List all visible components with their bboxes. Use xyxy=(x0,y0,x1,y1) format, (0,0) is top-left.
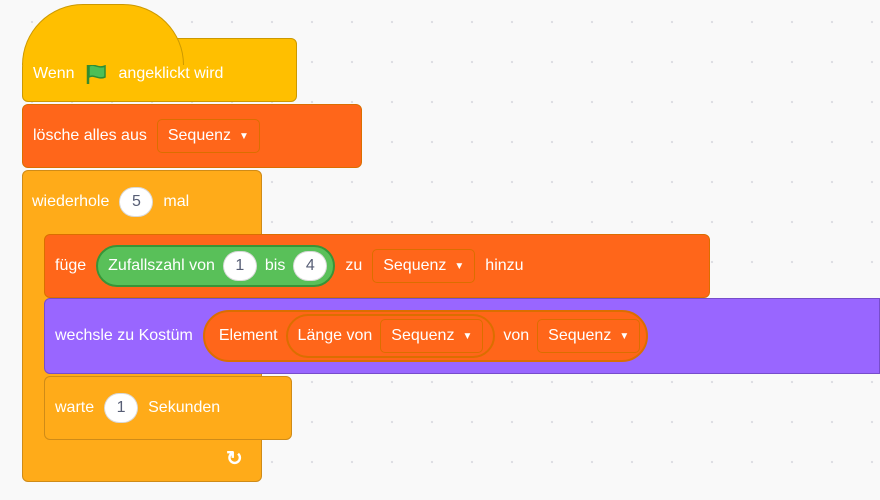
caret-down-icon: ▼ xyxy=(454,260,465,272)
random-from-input[interactable]: 1 xyxy=(222,251,257,281)
random-label: Zufallszahl von xyxy=(108,257,215,274)
list-dropdown[interactable]: Sequenz ▼ xyxy=(156,119,260,153)
wait-suffix: Sekunden xyxy=(148,399,221,416)
list-dropdown-value: Sequenz xyxy=(167,127,232,144)
caret-down-icon: ▼ xyxy=(619,330,630,342)
repeat-label: wiederhole xyxy=(32,193,110,210)
item-of-list-reporter[interactable]: Element Länge von Sequenz ▼ von Sequenz … xyxy=(202,310,649,362)
length-label: Länge von xyxy=(297,327,373,344)
random-to-input[interactable]: 4 xyxy=(293,251,328,281)
add-label: füge xyxy=(55,257,87,274)
caret-down-icon: ▼ xyxy=(239,130,249,142)
add-list-value: Sequenz xyxy=(383,257,447,274)
delete-all-of-list-block[interactable]: lösche alles aus Sequenz ▼ xyxy=(22,104,362,168)
hat-prefix: Wenn xyxy=(33,65,75,82)
hat-dome xyxy=(22,4,184,65)
clear-label: lösche alles aus xyxy=(33,127,147,144)
green-flag-icon xyxy=(83,62,111,86)
wait-label: warte xyxy=(55,399,95,416)
length-list-dropdown[interactable]: Sequenz ▼ xyxy=(380,319,484,353)
von-label: von xyxy=(503,327,530,344)
random-to-label: bis xyxy=(264,257,286,274)
loop-arrow-icon: ↻ xyxy=(226,448,243,470)
item-list-dropdown[interactable]: Sequenz ▼ xyxy=(537,319,641,353)
hat-suffix: angeklickt wird xyxy=(118,65,224,82)
add-list-dropdown[interactable]: Sequenz ▼ xyxy=(372,249,476,283)
repeat-count-input[interactable]: 5 xyxy=(119,187,154,217)
item-list-value: Sequenz xyxy=(548,327,612,344)
switch-label: wechsle zu Kostüm xyxy=(55,327,193,344)
random-number-reporter[interactable]: Zufallszahl von 1 bis 4 xyxy=(96,245,336,287)
add-to-list-block[interactable]: füge Zufallszahl von 1 bis 4 zu Sequenz … xyxy=(44,234,710,298)
length-of-list-reporter[interactable]: Länge von Sequenz ▼ xyxy=(285,314,496,358)
switch-costume-block[interactable]: wechsle zu Kostüm Element Länge von Sequ… xyxy=(44,298,880,374)
repeat-header: wiederhole 5 mal xyxy=(32,186,189,218)
caret-down-icon: ▼ xyxy=(462,330,473,342)
length-list-value: Sequenz xyxy=(391,327,455,344)
item-label: Element xyxy=(218,327,278,344)
add-zu-label: zu xyxy=(345,257,363,274)
repeat-suffix: mal xyxy=(163,193,190,210)
wait-block[interactable]: warte 1 Sekunden xyxy=(44,376,292,440)
wait-seconds-input[interactable]: 1 xyxy=(104,393,139,423)
add-suffix: hinzu xyxy=(485,257,524,274)
